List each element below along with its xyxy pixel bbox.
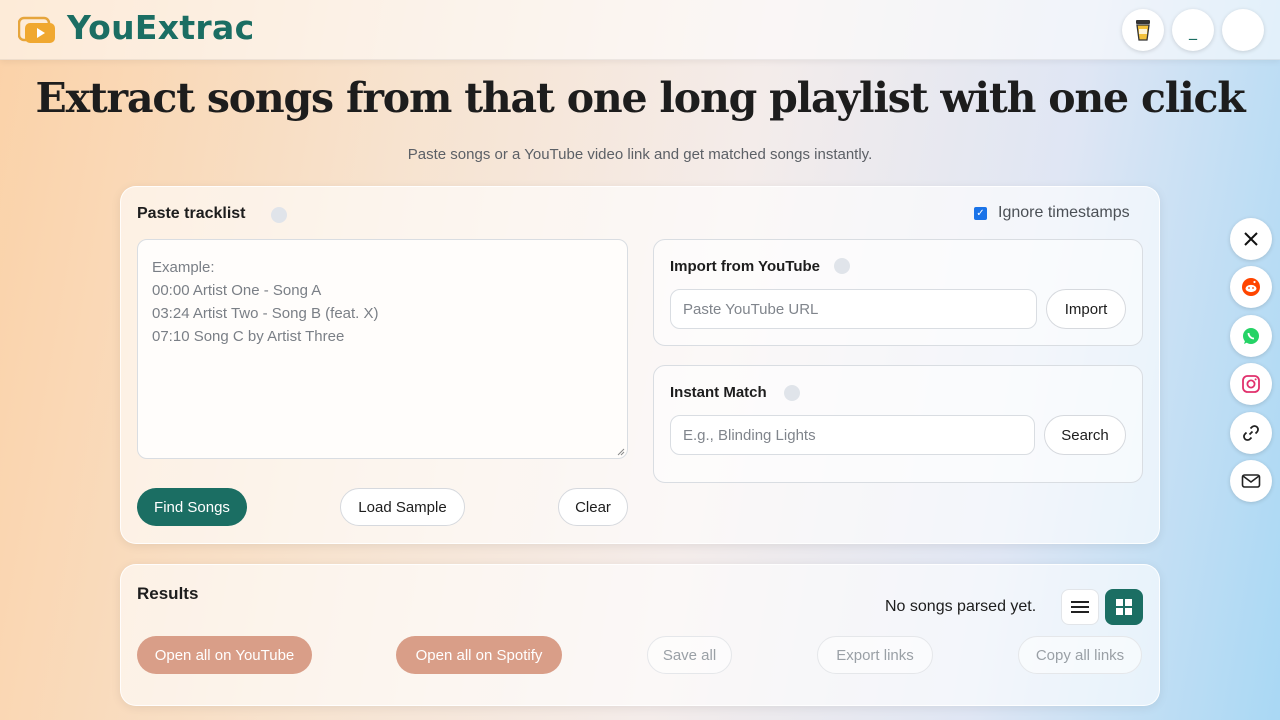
placeholder-line: 00:00 Artist One - Song A (152, 279, 613, 302)
results-title: Results (137, 584, 198, 604)
open-all-youtube-button[interactable]: Open all on YouTube (137, 636, 312, 674)
reddit-icon (1241, 277, 1261, 297)
ignore-timestamps-checkbox[interactable]: ✓ (974, 207, 987, 220)
youtube-url-input[interactable]: Paste YouTube URL (670, 289, 1037, 329)
mail-icon (1241, 473, 1261, 489)
load-sample-button[interactable]: Load Sample (340, 488, 465, 526)
page-subtitle: Paste songs or a YouTube video link and … (0, 146, 1280, 163)
save-all-button[interactable]: Save all (647, 636, 732, 674)
copy-link-button[interactable] (1230, 412, 1272, 454)
copy-all-links-button[interactable]: Copy all links (1018, 636, 1142, 674)
coffee-cup-button[interactable] (1122, 9, 1164, 51)
link-icon (1241, 423, 1261, 443)
info-icon[interactable] (834, 258, 850, 274)
cup-icon (1134, 19, 1152, 41)
menu-button[interactable] (1222, 9, 1264, 51)
list-view-button[interactable] (1061, 589, 1099, 625)
app-name[interactable]: YouExtrac (67, 8, 254, 47)
clear-button[interactable]: Clear (558, 488, 628, 526)
tracklist-textarea[interactable]: Example: 00:00 Artist One - Song A 03:24… (137, 239, 628, 459)
share-whatsapp-button[interactable] (1230, 315, 1272, 357)
logo-icon (18, 16, 56, 44)
instant-match-panel: Instant Match E.g., Blinding Lights Sear… (653, 365, 1143, 483)
ignore-timestamps-label[interactable]: Ignore timestamps (998, 204, 1130, 222)
instagram-icon (1241, 374, 1261, 394)
search-button[interactable]: Search (1044, 415, 1126, 455)
info-icon[interactable] (271, 207, 287, 223)
share-x-button[interactable] (1230, 218, 1272, 260)
placeholder-line: 03:24 Artist Two - Song B (feat. X) (152, 302, 613, 325)
minimize-button[interactable]: _ (1172, 9, 1214, 51)
whatsapp-icon (1241, 326, 1261, 346)
placeholder-line: 07:10 Song C by Artist Three (152, 325, 613, 348)
resize-handle-icon[interactable] (617, 448, 625, 456)
top-header: YouExtrac _ (0, 0, 1280, 60)
open-all-spotify-button[interactable]: Open all on Spotify (396, 636, 562, 674)
x-icon (1243, 231, 1259, 247)
tracklist-card: Paste tracklist ✓ Ignore timestamps Exam… (120, 186, 1160, 544)
share-instagram-button[interactable] (1230, 363, 1272, 405)
instant-match-title: Instant Match (670, 384, 767, 401)
minimize-icon: _ (1189, 21, 1197, 40)
page-title: Extract songs from that one long playlis… (0, 74, 1280, 122)
export-links-button[interactable]: Export links (817, 636, 933, 674)
placeholder-line: Example: (152, 256, 613, 279)
grid-view-button[interactable] (1105, 589, 1143, 625)
import-button[interactable]: Import (1046, 289, 1126, 329)
youtube-import-panel: Import from YouTube Paste YouTube URL Im… (653, 239, 1143, 346)
share-reddit-button[interactable] (1230, 266, 1272, 308)
list-icon (1071, 600, 1089, 614)
results-card: Results No songs parsed yet. Open all on… (120, 564, 1160, 706)
share-email-button[interactable] (1230, 460, 1272, 502)
info-icon[interactable] (784, 385, 800, 401)
instant-match-input[interactable]: E.g., Blinding Lights (670, 415, 1035, 455)
find-songs-button[interactable]: Find Songs (137, 488, 247, 526)
youtube-import-title: Import from YouTube (670, 258, 820, 275)
grid-icon (1116, 599, 1132, 615)
results-status: No songs parsed yet. (885, 598, 1036, 616)
tracklist-title: Paste tracklist (137, 205, 246, 223)
